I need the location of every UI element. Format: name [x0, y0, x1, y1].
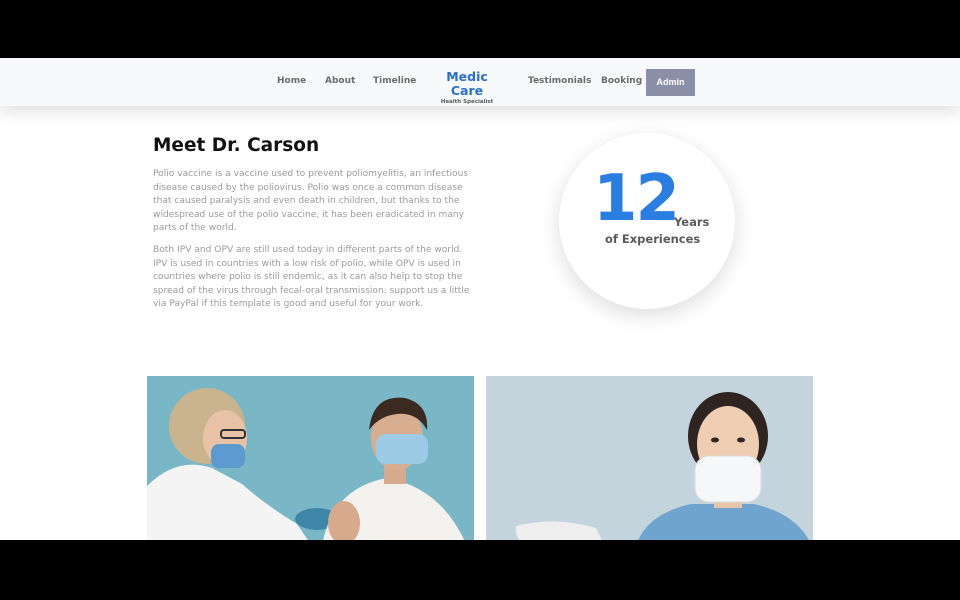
brand-subtitle: Health Specialist — [440, 99, 494, 105]
brand-logo[interactable]: Medic Care Health Specialist — [432, 70, 502, 106]
letterbox-top — [0, 0, 960, 58]
nav-link-timeline[interactable]: Timeline — [373, 76, 416, 86]
vaccination-photo — [147, 376, 474, 540]
letterbox-bottom — [0, 540, 960, 600]
about-paragraph: Polio vaccine is a vaccine used to preve… — [153, 169, 469, 234]
nav-link-about[interactable]: About — [325, 76, 355, 86]
about-heading: Meet Dr. Carson — [153, 135, 320, 156]
nav-link-booking[interactable]: Booking — [601, 76, 642, 86]
experience-badge: 12 Years of Experiences — [559, 133, 735, 309]
experience-years-number: 12 — [593, 162, 680, 236]
admin-button[interactable]: Admin — [646, 69, 695, 96]
nav-link-testimonials[interactable]: Testimonials — [528, 76, 591, 86]
nav-link-home[interactable]: Home — [277, 76, 306, 86]
brand-title: Medic Care — [446, 69, 488, 98]
nurse-photo — [486, 376, 813, 540]
experience-label: of Experiences — [605, 232, 701, 246]
experience-years-unit: Years — [674, 215, 710, 229]
page-viewport: Home About Timeline Medic Care Health Sp… — [0, 58, 960, 540]
navbar: Home About Timeline Medic Care Health Sp… — [0, 58, 960, 106]
about-paragraph: Both IPV and OPV are still used today in… — [153, 245, 470, 310]
